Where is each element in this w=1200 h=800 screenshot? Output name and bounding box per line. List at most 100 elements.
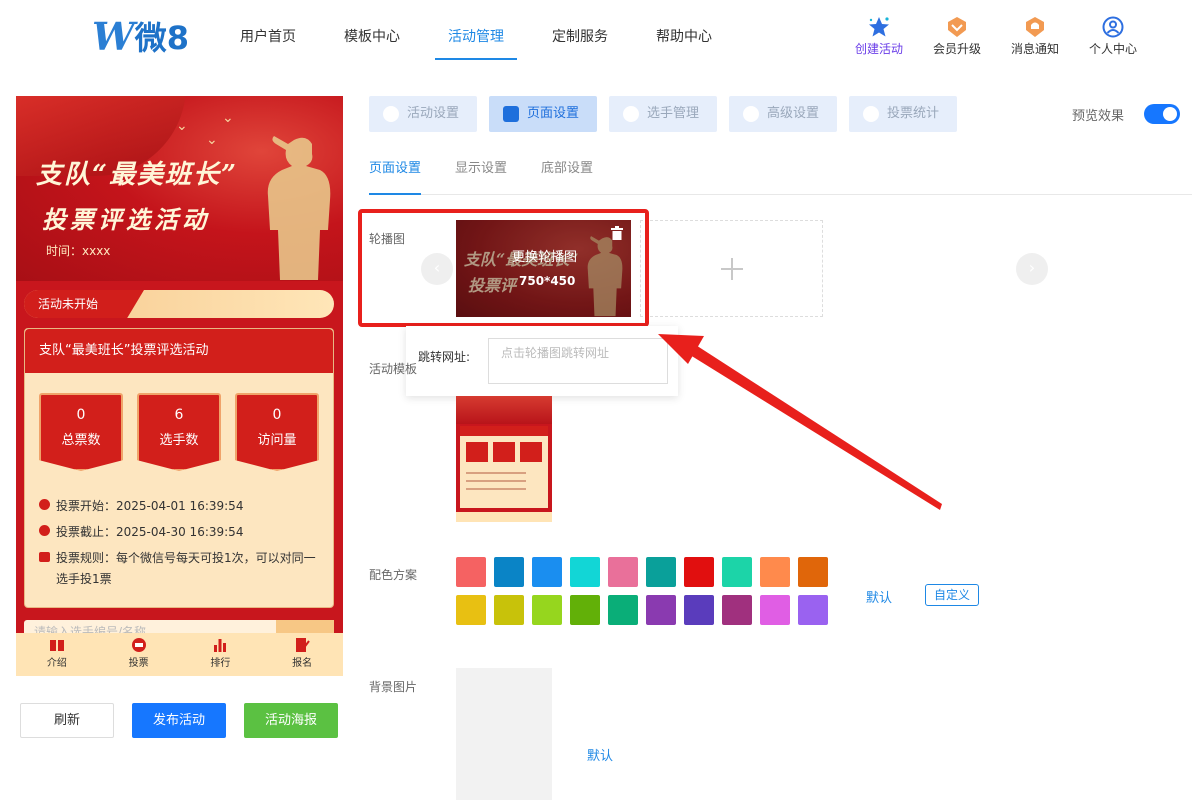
publish-button[interactable]: 发布活动 (132, 703, 226, 738)
color-swatch[interactable] (646, 595, 676, 625)
activity-status-bar: 活动未开始 (24, 290, 334, 318)
bird-icon: ⌄ (176, 118, 188, 134)
poster-button[interactable]: 活动海报 (244, 703, 338, 738)
tab-advanced-settings[interactable]: 高级设置 (729, 96, 837, 132)
subtab-footer-settings[interactable]: 底部设置 (541, 152, 593, 195)
color-swatch[interactable] (532, 595, 562, 625)
subtab-page-settings[interactable]: 页面设置 (369, 152, 422, 195)
color-swatch[interactable] (722, 557, 752, 587)
step-label: 高级设置 (767, 106, 820, 121)
refresh-button[interactable]: 刷新 (20, 703, 114, 738)
status-badge: 活动未开始 (24, 290, 144, 318)
stat-label: 总票数 (61, 433, 101, 448)
vote-start-text: 投票开始：2025-04-01 16:39:54 (56, 499, 244, 513)
thumb-line (466, 480, 526, 482)
color-swatch[interactable] (684, 595, 714, 625)
sub-tabs: 页面设置 显示设置 底部设置 (369, 152, 1192, 195)
thumb-stat (520, 442, 542, 462)
vip-upgrade-button[interactable]: 会员升级 (918, 16, 996, 57)
vip-icon (948, 17, 966, 37)
stat-label: 选手数 (159, 433, 199, 448)
color-swatch[interactable] (722, 595, 752, 625)
default-color-link[interactable]: 默认 (866, 587, 892, 606)
stat-value: 0 (272, 407, 282, 423)
template-label: 活动模板 (369, 362, 418, 376)
color-swatch[interactable] (532, 557, 562, 587)
create-activity-button[interactable]: 创建活动 (840, 16, 918, 57)
vote-end-row: 投票截止：2025-04-30 16:39:54 (39, 523, 243, 540)
logo[interactable]: W 微8 (92, 13, 192, 59)
stat-total-votes: 0 总票数 (39, 393, 123, 471)
color-swatch[interactable] (494, 557, 524, 587)
color-swatch[interactable] (760, 557, 790, 587)
color-swatch[interactable] (494, 595, 524, 625)
grid-icon (503, 106, 519, 122)
default-background-link[interactable]: 默认 (587, 745, 613, 764)
thumb-line (466, 472, 526, 474)
color-swatch[interactable] (646, 557, 676, 587)
saluting-soldier-image (267, 136, 331, 280)
color-swatch[interactable] (456, 595, 486, 625)
color-swatch[interactable] (570, 595, 600, 625)
add-slide-button[interactable] (640, 220, 823, 317)
tab-label: 介绍 (46, 658, 67, 669)
color-swatch[interactable] (760, 595, 790, 625)
tab-activity-settings[interactable]: 活动设置 (369, 96, 477, 132)
tab-contestant-manage[interactable]: 选手管理 (609, 96, 717, 132)
banner-title-line1: 支队“最美班长” (36, 160, 238, 190)
tab-signup[interactable]: 报名 (261, 633, 343, 676)
personal-center-button[interactable]: 个人中心 (1074, 16, 1152, 57)
tab-label: 投票 (128, 658, 149, 669)
activity-info-card: 支队“最美班长”投票评选活动 0 总票数 6 选手数 0 访问量 投票开始：20… (24, 328, 334, 608)
tab-label: 报名 (292, 658, 313, 669)
color-swatch[interactable] (608, 557, 638, 587)
color-swatch[interactable] (608, 595, 638, 625)
color-swatch[interactable] (456, 557, 486, 587)
bell-icon (1026, 17, 1044, 37)
step-tabs: 活动设置 页面设置 选手管理 高级设置 投票统计 (369, 96, 957, 132)
color-swatch[interactable] (570, 557, 600, 587)
highlight-box (358, 209, 649, 327)
color-swatch[interactable] (798, 557, 828, 587)
stat-value: 0 (76, 407, 86, 423)
color-swatch[interactable] (798, 595, 828, 625)
nav-home[interactable]: 用户首页 (216, 0, 320, 60)
jump-url-input[interactable] (488, 338, 668, 384)
thumb-tabbar (456, 512, 552, 522)
notifications-button[interactable]: 消息通知 (996, 16, 1074, 57)
notifications-label: 消息通知 (1010, 42, 1059, 56)
tab-page-settings[interactable]: 页面设置 (489, 96, 597, 132)
preview-switch[interactable] (1144, 104, 1181, 124)
nav-activity-manage[interactable]: 活动管理 (424, 0, 528, 60)
color-swatch[interactable] (684, 557, 714, 587)
tab-vote-statistics[interactable]: 投票统计 (849, 96, 957, 132)
subtab-display-settings[interactable]: 显示设置 (455, 152, 507, 195)
thumb-card-head (460, 426, 548, 436)
clock-icon (39, 525, 50, 536)
tab-intro[interactable]: 介绍 (16, 633, 98, 676)
nav-templates[interactable]: 模板中心 (320, 0, 424, 60)
thumb-stat (466, 442, 488, 462)
color-swatch-grid (456, 557, 828, 625)
template-thumbnail[interactable] (456, 396, 552, 522)
star-icon (869, 17, 889, 37)
stat-visits: 0 访问量 (235, 393, 319, 471)
preview-toggle-row: 预览效果 (1072, 104, 1181, 124)
background-image-upload[interactable] (456, 668, 552, 800)
tab-ranking[interactable]: 排行 (180, 633, 262, 676)
carousel-next-button[interactable]: › (1016, 253, 1048, 285)
bar-chart-icon (214, 639, 227, 652)
rules-icon (39, 552, 50, 562)
thumb-line (466, 488, 526, 490)
stat-contestants: 6 选手数 (137, 393, 221, 471)
document-icon (863, 106, 879, 122)
logo-mark: W (92, 13, 135, 59)
nav-help[interactable]: 帮助中心 (632, 0, 736, 60)
preview-banner: ⌄ ⌄ ⌄ 支队“最美班长” 投票评选活动 时间：xxxx (16, 96, 343, 281)
nav-custom-service[interactable]: 定制服务 (528, 0, 632, 60)
vote-rule-text-1: 投票规则：每个微信号每天可投1次，可以对同一 (56, 551, 316, 565)
phone-tab-bar: 介绍 投票 排行 报名 (16, 633, 343, 676)
tab-vote[interactable]: 投票 (98, 633, 180, 676)
custom-color-button[interactable]: 自定义 (925, 584, 979, 606)
preview-actions: 刷新 发布活动 活动海报 (20, 703, 338, 738)
